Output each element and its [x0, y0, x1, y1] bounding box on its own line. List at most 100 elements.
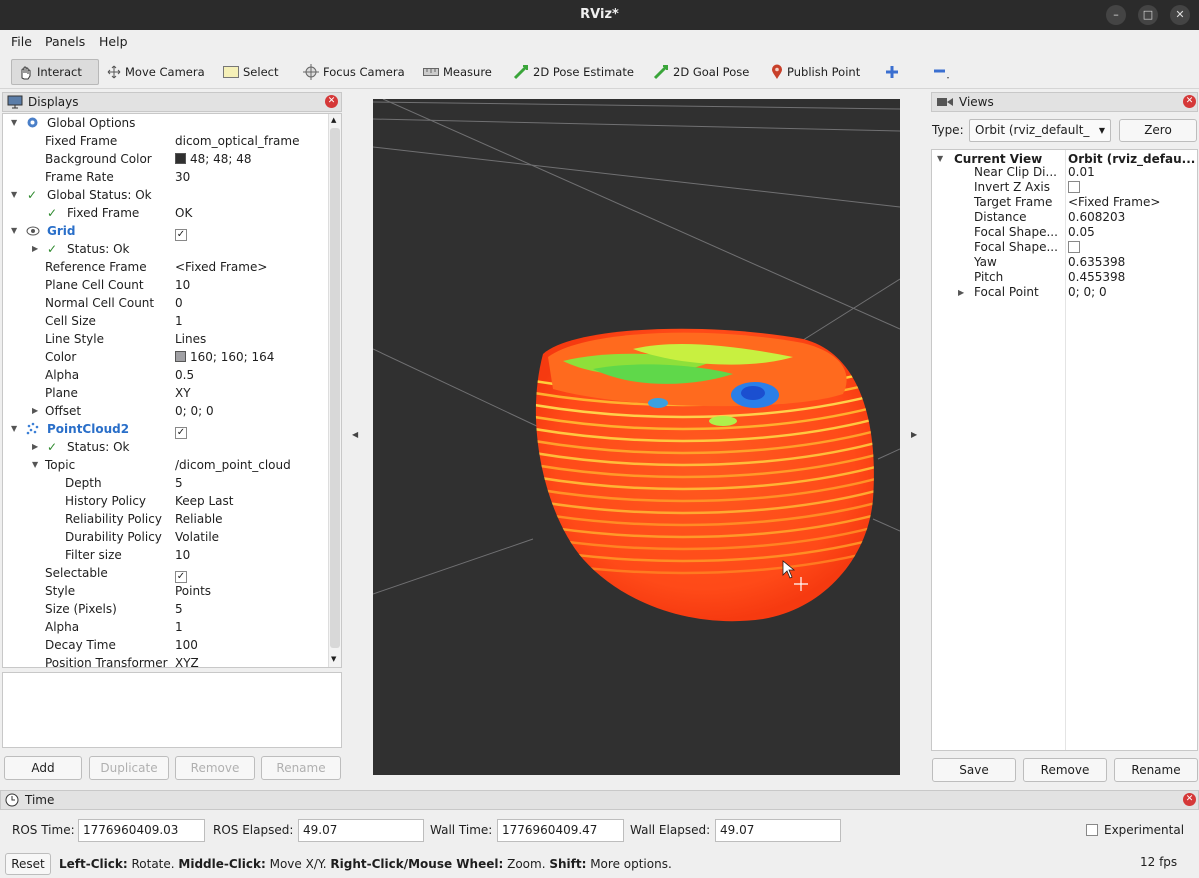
display-row-value[interactable]: 5 — [175, 474, 183, 492]
display-row[interactable]: Frame Rate 30 — [3, 168, 329, 186]
expand-down-icon[interactable]: ▼ — [11, 186, 17, 204]
view-row[interactable]: Focal Shape... — [932, 240, 1197, 255]
display-row[interactable]: ▶ ✓ Status: Ok — [3, 438, 329, 456]
display-row[interactable]: Reference Frame <Fixed Frame> — [3, 258, 329, 276]
minimize-icon[interactable]: – — [1106, 5, 1126, 25]
display-row-value[interactable]: dicom_optical_frame — [175, 132, 299, 150]
goal-pose-tool-button[interactable]: 2D Goal Pose — [648, 59, 754, 85]
expand-down-icon[interactable]: ▼ — [32, 456, 38, 474]
view-row[interactable]: Distance 0.608203 — [932, 210, 1197, 225]
display-row[interactable]: ✓ Fixed Frame OK — [3, 204, 329, 222]
view-row[interactable]: Focal Shape... 0.05 — [932, 225, 1197, 240]
interact-tool-button[interactable]: Interact — [11, 59, 99, 85]
reset-button[interactable]: Reset — [5, 853, 51, 875]
expand-down-icon[interactable]: ▼ — [11, 114, 17, 132]
display-row-value[interactable]: Lines — [175, 330, 206, 348]
publish-point-tool-button[interactable]: Publish Point — [766, 59, 865, 85]
add-tool-button[interactable] — [880, 59, 904, 85]
display-row-value[interactable]: 0 — [175, 294, 183, 312]
select-tool-button[interactable]: Select — [218, 59, 283, 85]
duplicate-display-button[interactable]: Duplicate — [89, 756, 169, 780]
remove-tool-button[interactable] — [926, 59, 956, 85]
experimental-checkbox[interactable] — [1086, 824, 1098, 836]
display-row-value[interactable]: XY — [175, 384, 191, 402]
view-row-value[interactable]: 0.455398 — [1068, 270, 1125, 285]
add-display-button[interactable]: Add — [4, 756, 82, 780]
display-row-value[interactable]: Volatile — [175, 528, 219, 546]
3d-viewport[interactable] — [373, 99, 900, 775]
view-row[interactable]: ▶ Focal Point 0; 0; 0 — [932, 285, 1197, 300]
display-row[interactable]: Style Points — [3, 582, 329, 600]
display-row[interactable]: Plane XY — [3, 384, 329, 402]
display-row[interactable]: ▼ Global Options — [3, 114, 329, 132]
checkbox[interactable] — [1068, 181, 1080, 193]
move-camera-tool-button[interactable]: Move Camera — [102, 59, 210, 85]
display-row-value[interactable]: 100 — [175, 636, 198, 654]
display-row[interactable]: Selectable ✓ — [3, 564, 329, 583]
display-row[interactable]: ▶ Offset 0; 0; 0 — [3, 402, 329, 420]
display-row[interactable]: Size (Pixels) 5 — [3, 600, 329, 618]
display-row-value[interactable]: Reliable — [175, 510, 223, 528]
save-view-button[interactable]: Save — [932, 758, 1016, 782]
views-close-icon[interactable]: ✕ — [1183, 95, 1196, 108]
display-row[interactable]: Normal Cell Count 0 — [3, 294, 329, 312]
display-row-value[interactable]: 1 — [175, 618, 183, 636]
expand-right-icon[interactable]: ▶ — [958, 285, 964, 300]
menu-panels[interactable]: Panels — [45, 34, 85, 49]
view-row[interactable]: Invert Z Axis — [932, 180, 1197, 195]
color-swatch[interactable] — [175, 351, 186, 362]
display-row[interactable]: Background Color 48; 48; 48 — [3, 150, 329, 168]
measure-tool-button[interactable]: Measure — [418, 59, 497, 85]
display-row[interactable]: ▼ Topic/dicom_point_cloud — [3, 456, 329, 474]
display-row-value[interactable]: 10 — [175, 546, 190, 564]
view-row-value[interactable]: 0.05 — [1068, 225, 1095, 240]
remove-display-button[interactable]: Remove — [175, 756, 255, 780]
displays-close-icon[interactable]: ✕ — [325, 95, 338, 108]
display-row[interactable]: Filter size 10 — [3, 546, 329, 564]
display-row-checkbox[interactable]: ✓ — [175, 564, 187, 583]
displays-scrollbar-thumb[interactable] — [330, 128, 340, 648]
collapse-right-icon[interactable]: ▶ — [911, 430, 917, 439]
ros-elapsed-field[interactable]: 49.07 — [298, 819, 424, 842]
zero-view-button[interactable]: Zero — [1119, 119, 1197, 142]
display-row[interactable]: Depth 5 — [3, 474, 329, 492]
display-row-checkbox[interactable]: ✓ — [175, 222, 187, 241]
expand-right-icon[interactable]: ▶ — [32, 438, 38, 456]
display-row-value[interactable]: 1 — [175, 312, 183, 330]
display-row[interactable]: Reliability Policy Reliable — [3, 510, 329, 528]
rename-view-button[interactable]: Rename — [1114, 758, 1198, 782]
display-row[interactable]: Cell Size 1 — [3, 312, 329, 330]
display-row[interactable]: Line Style Lines — [3, 330, 329, 348]
view-row-value[interactable]: 0.608203 — [1068, 210, 1125, 225]
ros-time-field[interactable]: 1776960409.03 — [78, 819, 205, 842]
wall-time-field[interactable]: 1776960409.47 — [497, 819, 624, 842]
display-row[interactable]: Durability Policy Volatile — [3, 528, 329, 546]
view-row[interactable]: Target Frame <Fixed Frame> — [932, 195, 1197, 210]
time-close-icon[interactable]: ✕ — [1183, 793, 1196, 806]
display-row-value[interactable]: OK — [175, 204, 192, 222]
maximize-icon[interactable]: □ — [1138, 5, 1158, 25]
display-row-value[interactable]: <Fixed Frame> — [175, 258, 267, 276]
display-row-value[interactable]: XYZ — [175, 654, 199, 667]
view-row-value[interactable]: 0.635398 — [1068, 255, 1125, 270]
checkbox[interactable] — [1068, 241, 1080, 253]
display-row-value[interactable]: /dicom_point_cloud — [175, 456, 291, 474]
view-row[interactable]: Yaw 0.635398 — [932, 255, 1197, 270]
view-row-value[interactable]: 0; 0; 0 — [1068, 285, 1107, 300]
focus-camera-tool-button[interactable]: Focus Camera — [298, 59, 410, 85]
expand-down-icon[interactable]: ▼ — [11, 420, 17, 438]
display-row[interactable]: Alpha 1 — [3, 618, 329, 636]
display-row-value[interactable]: 10 — [175, 276, 190, 294]
rename-display-button[interactable]: Rename — [261, 756, 341, 780]
scroll-down-icon[interactable]: ▼ — [331, 655, 336, 663]
expand-right-icon[interactable]: ▶ — [32, 240, 38, 258]
scroll-up-icon[interactable]: ▲ — [331, 116, 336, 124]
view-row[interactable]: Near Clip Di... 0.01 — [932, 165, 1197, 180]
view-type-select[interactable]: Orbit (rviz_default_ ▼ — [969, 119, 1111, 142]
display-row-checkbox[interactable]: ✓ — [175, 420, 187, 439]
view-row[interactable]: Pitch 0.455398 — [932, 270, 1197, 285]
wall-elapsed-field[interactable]: 49.07 — [715, 819, 841, 842]
display-row-value[interactable]: Keep Last — [175, 492, 233, 510]
remove-view-button[interactable]: Remove — [1023, 758, 1107, 782]
display-row-value[interactable]: 0.5 — [175, 366, 194, 384]
